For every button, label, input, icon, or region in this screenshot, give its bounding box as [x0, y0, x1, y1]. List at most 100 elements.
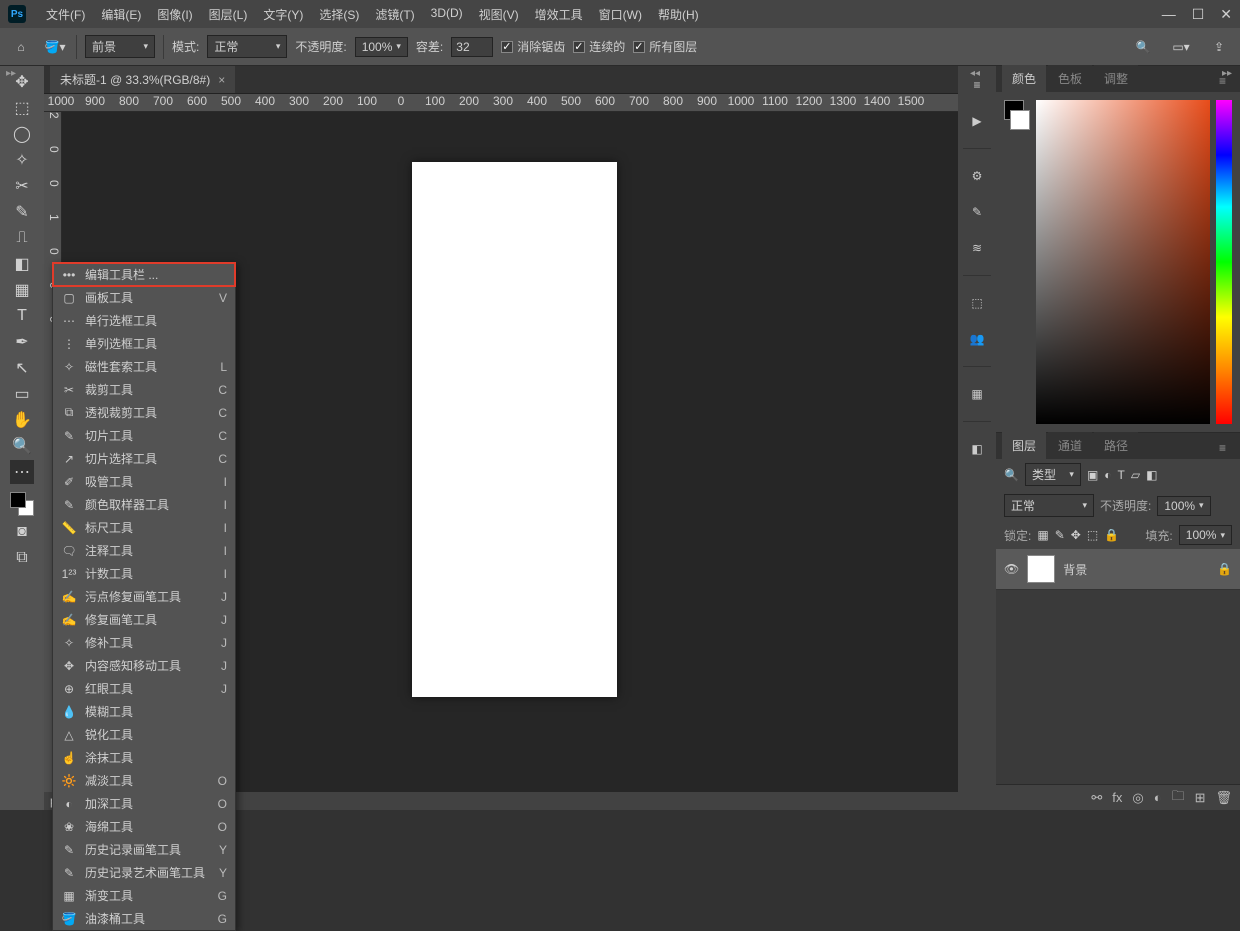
filter-adjust-icon[interactable]: ◐: [1104, 468, 1111, 482]
foreground-dropdown[interactable]: 前景: [85, 35, 155, 58]
edit-toolbar-tool[interactable]: ⋯: [10, 460, 34, 484]
lock-icon[interactable]: 🔒: [1217, 562, 1232, 576]
panel-menu-icon[interactable]: ≡: [1211, 437, 1234, 459]
mask-icon[interactable]: ◎: [1132, 790, 1143, 806]
menu-item[interactable]: 3D(D): [423, 6, 471, 23]
context-item[interactable]: 🗨注释工具I: [53, 539, 235, 562]
lasso-tool[interactable]: ◯: [10, 122, 34, 146]
context-item[interactable]: ⋯单行选框工具: [53, 309, 235, 332]
type-tool[interactable]: T: [10, 304, 34, 328]
color-swatch[interactable]: [8, 490, 36, 518]
hand-tool[interactable]: ✋: [10, 408, 34, 432]
context-item[interactable]: ⊕红眼工具J: [53, 677, 235, 700]
context-item[interactable]: ❀海绵工具O: [53, 815, 235, 838]
shape-tool[interactable]: ▭: [10, 382, 34, 406]
layer-row[interactable]: 👁 背景 🔒: [996, 549, 1240, 590]
context-item[interactable]: ✥内容感知移动工具J: [53, 654, 235, 677]
visibility-icon[interactable]: 👁: [1004, 562, 1019, 576]
tab-adjustments[interactable]: 调整: [1094, 65, 1138, 92]
context-item[interactable]: ✧修补工具J: [53, 631, 235, 654]
dock-icon[interactable]: ◧: [966, 438, 988, 460]
mode-dropdown[interactable]: 正常: [207, 35, 287, 58]
layer-thumbnail[interactable]: [1027, 555, 1055, 583]
adjustment-icon[interactable]: ◐: [1154, 790, 1162, 805]
context-item[interactable]: ▦渐变工具G: [53, 884, 235, 907]
filter-smart-icon[interactable]: ◧: [1146, 468, 1157, 482]
filter-type-icon[interactable]: T: [1118, 468, 1125, 482]
tab-layers[interactable]: 图层: [1002, 432, 1046, 459]
group-icon[interactable]: 🗀: [1172, 787, 1185, 809]
dock-icon[interactable]: ⚙: [966, 165, 988, 187]
context-item[interactable]: 1²³计数工具I: [53, 562, 235, 585]
workspace-icon[interactable]: ▭▾: [1168, 34, 1194, 60]
filter-shape-icon[interactable]: ▱: [1131, 468, 1140, 482]
layer-opacity-field[interactable]: 100%: [1157, 496, 1210, 516]
fx-icon[interactable]: fx: [1112, 790, 1122, 805]
dock-icon[interactable]: 👥: [966, 328, 988, 350]
tab-swatches[interactable]: 色板: [1048, 65, 1092, 92]
menu-item[interactable]: 视图(V): [471, 6, 527, 23]
context-item[interactable]: ✎颜色取样器工具I: [53, 493, 235, 516]
menu-item[interactable]: 增效工具: [527, 6, 591, 23]
dock-icon[interactable]: ▶: [966, 110, 988, 132]
menu-item[interactable]: 文字(Y): [255, 6, 311, 23]
tab-channels[interactable]: 通道: [1048, 432, 1092, 459]
new-layer-icon[interactable]: ⊞: [1195, 790, 1206, 806]
all-layers-checkbox[interactable]: 所有图层: [633, 38, 697, 55]
context-item[interactable]: ✎历史记录艺术画笔工具Y: [53, 861, 235, 884]
pen-tool[interactable]: ✒: [10, 330, 34, 354]
lock-artboard-icon[interactable]: ⬚: [1087, 528, 1098, 542]
context-item[interactable]: •••编辑工具栏 ...: [53, 263, 235, 286]
eraser-tool[interactable]: ◧: [10, 252, 34, 276]
context-item[interactable]: △锐化工具: [53, 723, 235, 746]
context-item[interactable]: 🪣油漆桶工具G: [53, 907, 235, 930]
delete-icon[interactable]: 🗑: [1215, 790, 1232, 806]
context-item[interactable]: ✎历史记录画笔工具Y: [53, 838, 235, 861]
filter-pixel-icon[interactable]: ▣: [1087, 468, 1098, 482]
dock-icon[interactable]: ▦: [966, 383, 988, 405]
minimize-icon[interactable]: —: [1162, 6, 1176, 23]
lock-pixels-icon[interactable]: ▦: [1037, 528, 1048, 542]
lock-move-icon[interactable]: ✥: [1071, 528, 1081, 542]
close-icon[interactable]: ✕: [1220, 6, 1232, 23]
close-tab-icon[interactable]: ×: [218, 73, 225, 87]
search-icon[interactable]: 🔍: [1130, 34, 1156, 60]
quickmask-tool[interactable]: ◙: [10, 520, 34, 544]
blend-mode-dropdown[interactable]: 正常: [1004, 494, 1094, 517]
antialias-checkbox[interactable]: 消除锯齿: [501, 38, 565, 55]
opacity-field[interactable]: 100%: [355, 37, 408, 57]
wand-tool[interactable]: ✧: [10, 148, 34, 172]
menu-item[interactable]: 滤镜(T): [367, 6, 422, 23]
context-item[interactable]: ✧磁性套索工具L: [53, 355, 235, 378]
collapse-dock-icon[interactable]: ◂◂: [970, 68, 980, 79]
bucket-icon[interactable]: 🪣▾: [42, 34, 68, 60]
tolerance-field[interactable]: 32: [451, 37, 493, 57]
marquee-tool[interactable]: ⬚: [10, 96, 34, 120]
brush-tool[interactable]: ✎: [10, 200, 34, 224]
menu-item[interactable]: 帮助(H): [650, 6, 707, 23]
contiguous-checkbox[interactable]: 连续的: [573, 38, 625, 55]
menu-item[interactable]: 选择(S): [311, 6, 367, 23]
context-item[interactable]: ▢画板工具V: [53, 286, 235, 309]
lock-all-icon[interactable]: 🔒: [1104, 528, 1119, 542]
menu-item[interactable]: 图像(I): [149, 6, 200, 23]
maximize-icon[interactable]: ☐: [1192, 6, 1205, 23]
collapse-right-icon[interactable]: ▸▸: [1222, 68, 1232, 79]
menu-item[interactable]: 编辑(E): [93, 6, 149, 23]
fill-field[interactable]: 100%: [1179, 525, 1232, 545]
gradient-tool[interactable]: ▦: [10, 278, 34, 302]
lock-position-icon[interactable]: ✎: [1055, 528, 1065, 542]
stamp-tool[interactable]: ⎍: [10, 226, 34, 250]
dock-icon[interactable]: ≋: [966, 237, 988, 259]
context-item[interactable]: ✍污点修复画笔工具J: [53, 585, 235, 608]
color-field[interactable]: [1036, 100, 1210, 424]
menu-item[interactable]: 窗口(W): [591, 6, 650, 23]
dock-icon[interactable]: ⬚: [966, 292, 988, 314]
tab-paths[interactable]: 路径: [1094, 432, 1138, 459]
context-item[interactable]: 📏标尺工具I: [53, 516, 235, 539]
share-icon[interactable]: ⇪: [1206, 34, 1232, 60]
context-item[interactable]: ✍修复画笔工具J: [53, 608, 235, 631]
context-item[interactable]: 🔆减淡工具O: [53, 769, 235, 792]
document-tab[interactable]: 未标题-1 @ 33.3%(RGB/8#)×: [50, 66, 235, 93]
context-item[interactable]: ◐加深工具O: [53, 792, 235, 815]
